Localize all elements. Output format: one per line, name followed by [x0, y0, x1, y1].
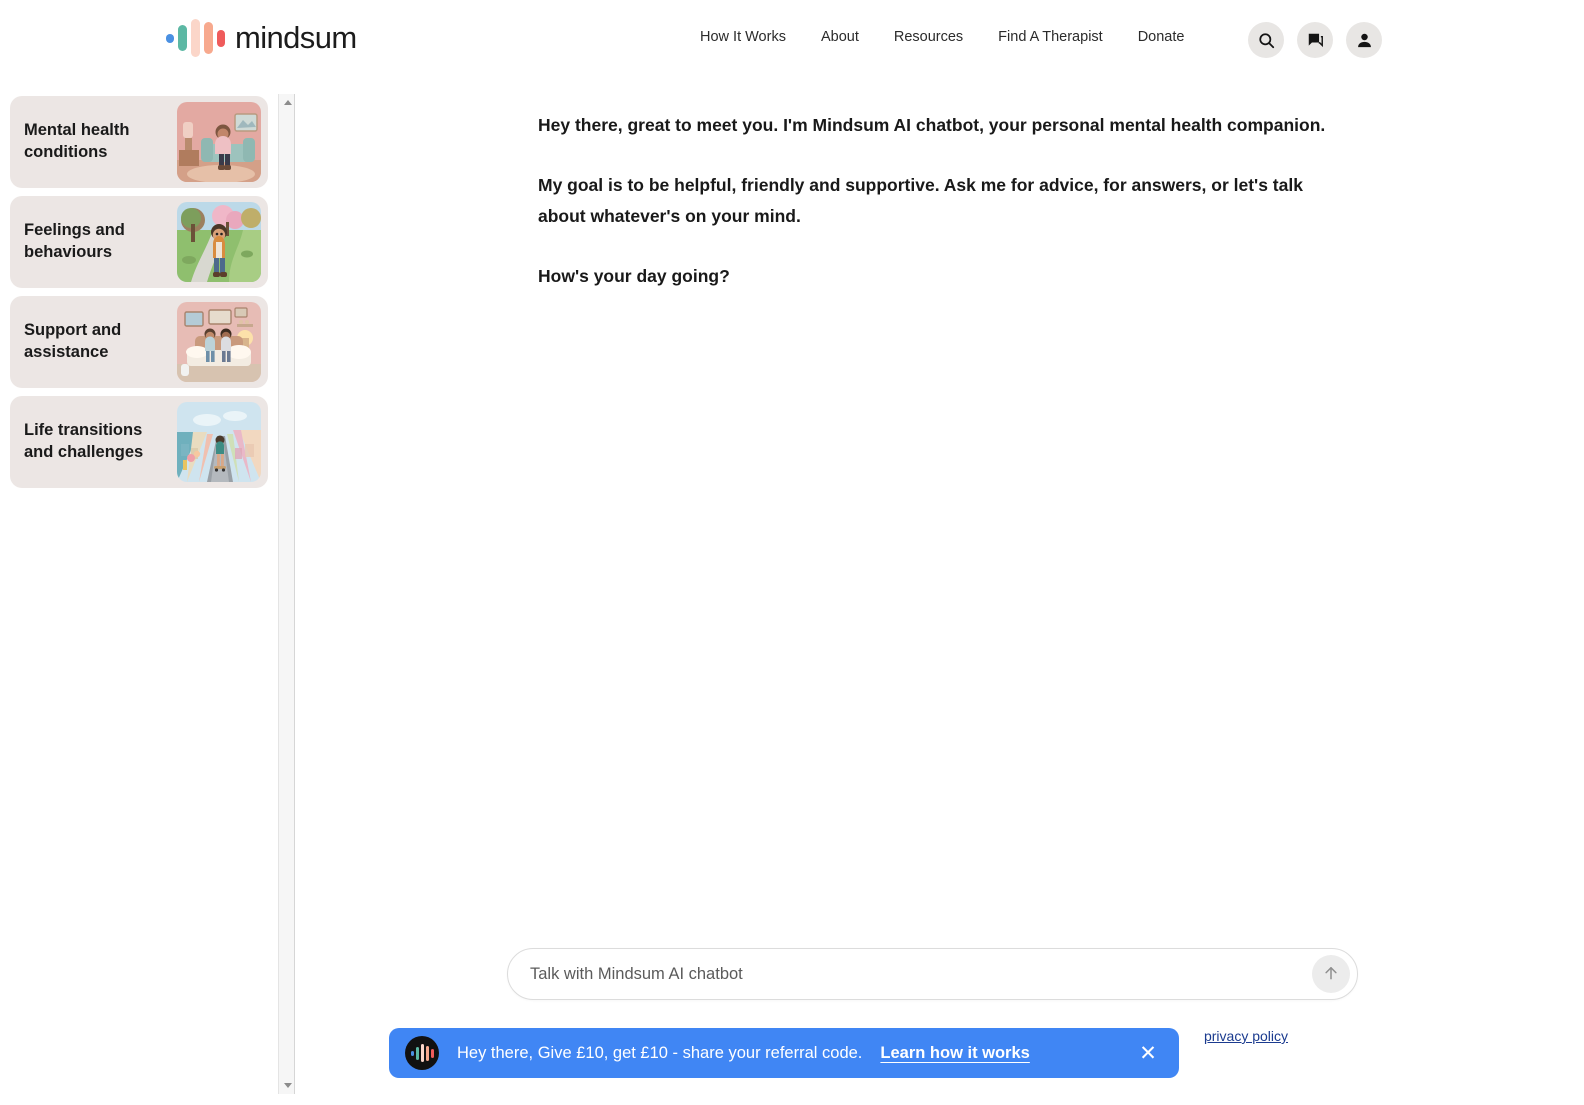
message-composer: [507, 948, 1358, 1000]
scroll-down-arrow-icon[interactable]: [279, 1077, 296, 1094]
sidebar-item-feelings-and-behaviours[interactable]: Feelings and behaviours: [10, 196, 268, 288]
user-account-icon[interactable]: [1346, 22, 1382, 58]
nav-item-about[interactable]: About: [821, 29, 859, 45]
referral-banner-text: Hey there, Give £10, get £10 - share you…: [457, 1043, 863, 1062]
main-navigation: How It Works About Resources Find A Ther…: [700, 29, 1184, 45]
chat-input[interactable]: [508, 964, 1312, 984]
sidebar-item-life-transitions-and-challenges[interactable]: Life transitions and challenges: [10, 396, 268, 488]
nav-item-how-it-works[interactable]: How It Works: [700, 29, 786, 45]
paragraph-spacer: [538, 232, 1348, 261]
nav-item-donate[interactable]: Donate: [1138, 29, 1185, 45]
sidebar-scrollbar[interactable]: [278, 94, 295, 1094]
mindsum-waveform-avatar-icon: [405, 1036, 439, 1070]
header-icon-group: [1248, 22, 1382, 58]
assistant-message-paragraph-2: My goal is to be helpful, friendly and s…: [538, 174, 1303, 226]
learn-how-it-works-link[interactable]: Learn how it works: [880, 1044, 1029, 1063]
privacy-policy-link[interactable]: privacy policy: [1204, 1028, 1288, 1044]
assistant-message: Hey there, great to meet you. I'm Mindsu…: [538, 110, 1348, 292]
send-arrow-up-icon: [1322, 964, 1340, 985]
chat-bubbles-icon[interactable]: [1297, 22, 1333, 58]
site-header: mindsum How It Works About Resources Fin…: [0, 0, 1584, 80]
topic-label: Support and assistance: [24, 321, 122, 361]
scroll-up-arrow-icon[interactable]: [279, 94, 296, 111]
topics-sidebar: Mental health conditions Feelings and be…: [0, 88, 278, 1105]
assistant-message-paragraph-1: Hey there, great to meet you. I'm Mindsu…: [538, 115, 1326, 135]
nav-item-resources[interactable]: Resources: [894, 29, 963, 45]
boy-standing-on-park-path-icon: [177, 202, 261, 282]
mindsum-waveform-logo-icon: [166, 18, 225, 58]
sidebar-item-support-and-assistance[interactable]: Support and assistance: [10, 296, 268, 388]
close-x-icon[interactable]: ✕: [1135, 1040, 1161, 1066]
topic-label: Feelings and behaviours: [24, 221, 125, 261]
topic-label: Mental health conditions: [24, 121, 130, 161]
person-skateboarding-on-colorful-street-icon: [177, 402, 261, 482]
search-icon[interactable]: [1248, 22, 1284, 58]
referral-banner: Hey there, Give £10, get £10 - share you…: [389, 1028, 1179, 1078]
topic-label: Life transitions and challenges: [24, 421, 144, 461]
chat-pane: Hey there, great to meet you. I'm Mindsu…: [296, 88, 1584, 1105]
send-button[interactable]: [1312, 955, 1350, 993]
assistant-message-paragraph-3: How's your day going?: [538, 265, 730, 286]
girl-sitting-on-couch-pink-room-icon: [177, 102, 261, 182]
nav-item-find-a-therapist[interactable]: Find A Therapist: [998, 29, 1103, 45]
logo[interactable]: mindsum: [166, 18, 357, 58]
paragraph-spacer: [538, 141, 1348, 170]
logo-text: mindsum: [235, 20, 357, 55]
sidebar-item-mental-health-conditions[interactable]: Mental health conditions: [10, 96, 268, 188]
two-people-sitting-on-bed-icon: [177, 302, 261, 382]
